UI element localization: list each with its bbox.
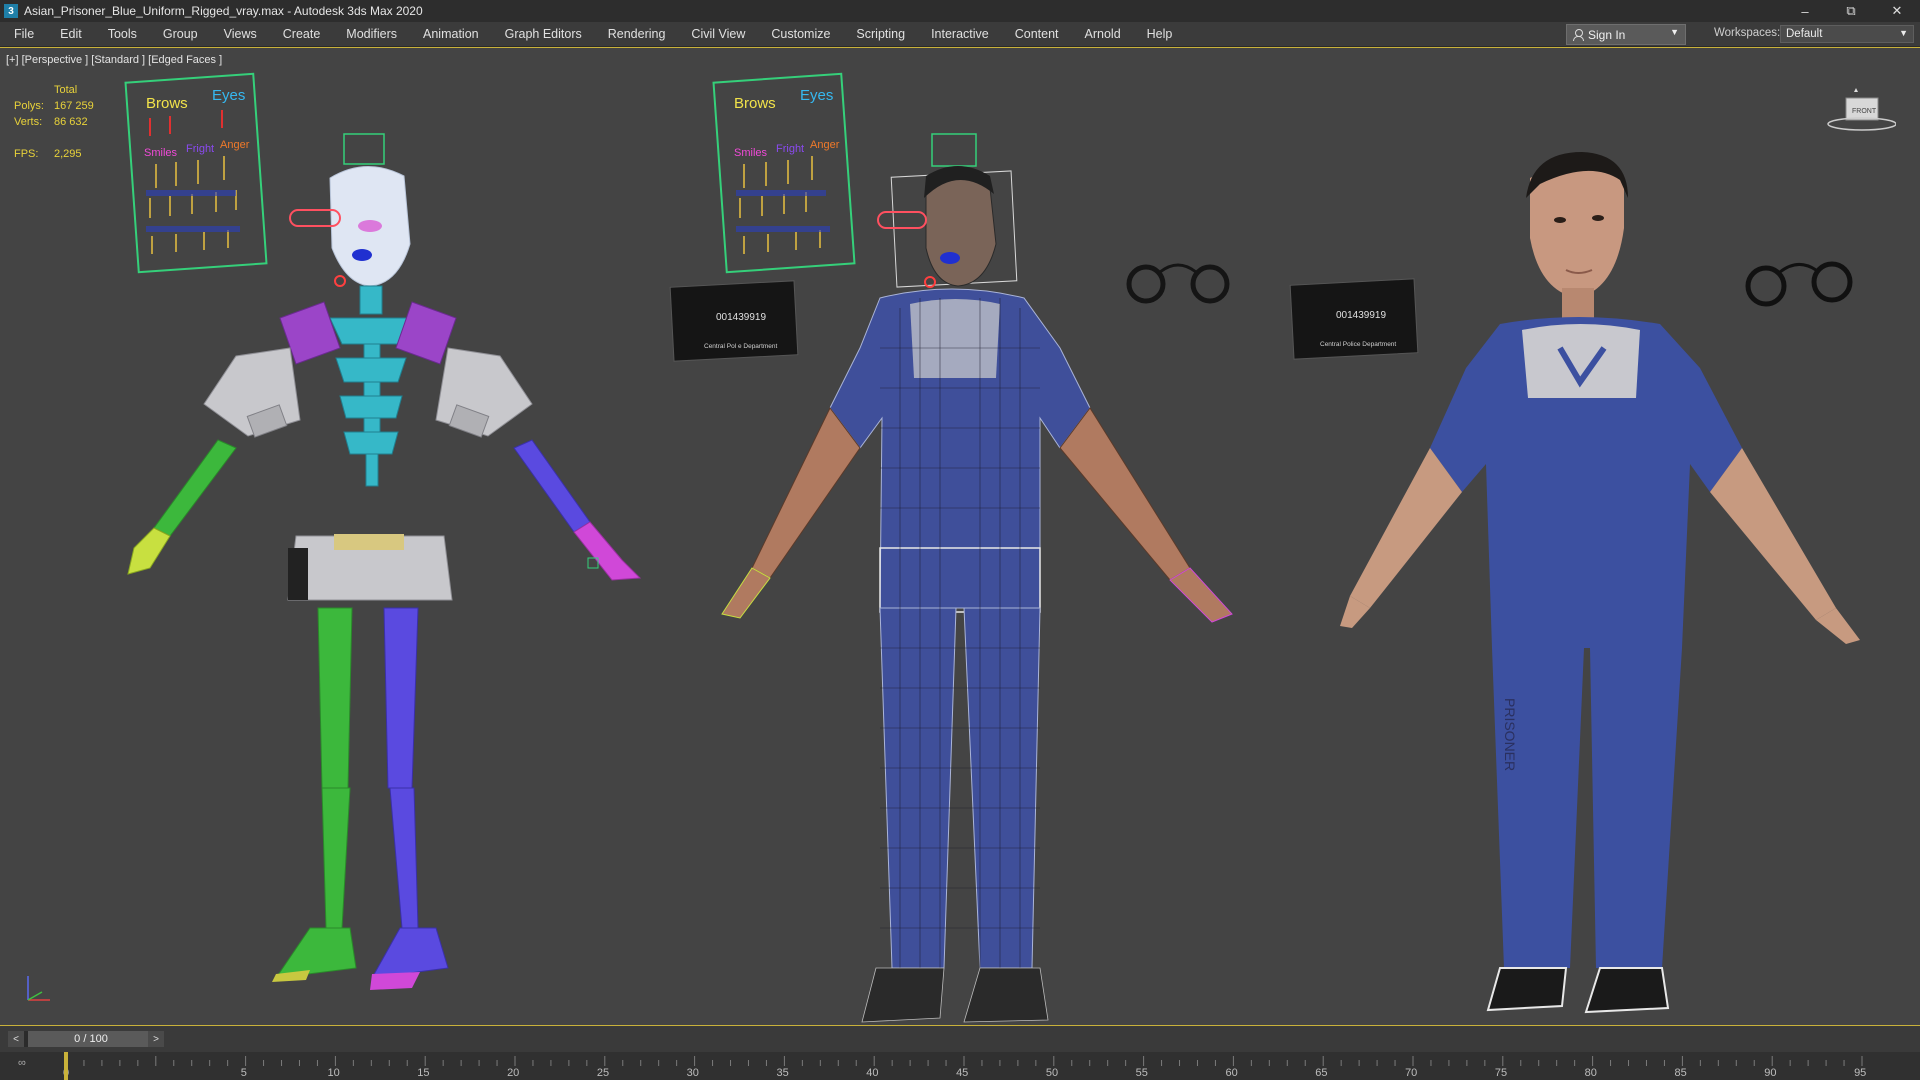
tick-label: 60: [1225, 1067, 1237, 1079]
time-slider[interactable]: < 0 / 100 >: [8, 1031, 164, 1047]
tick-label: 10: [327, 1067, 339, 1079]
track-bar-ticks: 0510152025303540455055606570758085909510…: [63, 1052, 1866, 1080]
window-controls: – ⧉ ✕: [1782, 0, 1920, 22]
menu-create[interactable]: Create: [269, 27, 333, 41]
menu-rendering[interactable]: Rendering: [594, 27, 678, 41]
menu-interactive[interactable]: Interactive: [917, 27, 1001, 41]
menu-edit[interactable]: Edit: [46, 27, 94, 41]
tick-label: 20: [507, 1067, 519, 1079]
tick-label: 5: [241, 1067, 247, 1079]
tick-label: 80: [1585, 1067, 1597, 1079]
menu-arnold[interactable]: Arnold: [1071, 27, 1133, 41]
workspaces-label: Workspaces:: [1714, 27, 1781, 39]
mugshot-number: 001439919: [1336, 310, 1386, 321]
menu-customize[interactable]: Customize: [757, 27, 842, 41]
tick-label: 85: [1674, 1067, 1686, 1079]
eyes-label: Eyes: [212, 87, 245, 104]
tick-label: 70: [1405, 1067, 1417, 1079]
time-slider-thumb[interactable]: 0 / 100: [28, 1031, 154, 1047]
current-frame-marker: [64, 1052, 68, 1080]
viewcube-face-label: FRONT: [1852, 108, 1877, 115]
fright-label: Fright: [776, 143, 804, 155]
tick-label: 50: [1046, 1067, 1058, 1079]
user-icon: [1572, 28, 1584, 41]
tick-label: 35: [776, 1067, 788, 1079]
window-title: Asian_Prisoner_Blue_Uniform_Rigged_vray.…: [24, 4, 423, 18]
tick-label: 45: [956, 1067, 968, 1079]
menu-scripting[interactable]: Scripting: [842, 27, 917, 41]
facial-control-panel-2[interactable]: Brows Eyes Smiles Fright Anger: [712, 72, 856, 274]
minimize-icon[interactable]: –: [1782, 0, 1828, 22]
fright-label: Fright: [186, 143, 214, 155]
tick-label: 25: [597, 1067, 609, 1079]
eyes-label: Eyes: [800, 87, 833, 104]
chevron-down-icon: ▼: [1899, 28, 1908, 38]
mugshot-number: 001439919: [716, 312, 766, 323]
prev-frame-button[interactable]: <: [8, 1031, 24, 1047]
mugshot-footer: Central Pol e Department: [704, 343, 778, 350]
handcuffs-wire[interactable]: [1126, 263, 1230, 304]
tick-label: 65: [1315, 1067, 1327, 1079]
menu-help[interactable]: Help: [1133, 27, 1185, 41]
mugshot-plate[interactable]: 001439919 Central Pol e Department: [669, 280, 799, 362]
track-bar[interactable]: ∞ 05101520253035404550556065707580859095…: [0, 1052, 1920, 1080]
handcuffs-render[interactable]: [1745, 261, 1853, 307]
title-bar: 3 Asian_Prisoner_Blue_Uniform_Rigged_vra…: [0, 0, 1920, 22]
menu-group[interactable]: Group: [149, 27, 210, 41]
timeline: < 0 / 100 > ∞ 05101520253035404550556065…: [0, 1026, 1920, 1080]
anger-label: Anger: [810, 139, 840, 151]
menu-modifiers[interactable]: Modifiers: [332, 27, 409, 41]
anger-label: Anger: [220, 139, 250, 151]
tick-label: 95: [1854, 1067, 1866, 1079]
menu-civil-view[interactable]: Civil View: [677, 27, 757, 41]
menu-bar: File Edit Tools Group Views Create Modif…: [0, 22, 1920, 47]
perspective-viewport[interactable]: [+] [Perspective ] [Standard ] [Edged Fa…: [0, 47, 1920, 1026]
menu-file[interactable]: File: [0, 27, 46, 41]
menu-tools[interactable]: Tools: [94, 27, 149, 41]
workspaces-value: Default: [1786, 28, 1823, 40]
viewcube[interactable]: FRONT: [1826, 88, 1896, 138]
workspaces-select[interactable]: Default ▼: [1780, 25, 1914, 43]
sign-in-button[interactable]: Sign In ▼: [1566, 24, 1686, 45]
tick-label: 15: [417, 1067, 429, 1079]
mugshot-footer: Central Police Department: [1320, 341, 1396, 348]
tick-label: 30: [687, 1067, 699, 1079]
brows-label: Brows: [734, 95, 776, 112]
menu-graph-editors[interactable]: Graph Editors: [491, 27, 594, 41]
close-icon[interactable]: ✕: [1874, 0, 1920, 22]
next-frame-button[interactable]: >: [148, 1031, 164, 1047]
app-icon: 3: [4, 4, 18, 18]
bone-rig[interactable]: Brows Eyes Smiles Fright Anger: [124, 72, 642, 990]
smiles-label: Smiles: [734, 147, 768, 159]
sign-in-label: Sign In: [1588, 27, 1626, 42]
tick-label: 75: [1495, 1067, 1507, 1079]
pants-print: PRISONER: [1502, 698, 1518, 771]
scene-canvas: Brows Eyes Smiles Fright Anger Brows Eye…: [124, 72, 1860, 1023]
home-icon: [1854, 88, 1858, 92]
wireframe-character[interactable]: Brows Eyes Smiles Fright Anger 001439919…: [669, 72, 1233, 1023]
smiles-label: Smiles: [144, 147, 178, 159]
menu-views[interactable]: Views: [210, 27, 269, 41]
rendered-character[interactable]: 001439919 Central Police Department PRIS…: [1289, 152, 1860, 1014]
chevron-down-icon: ▼: [1670, 27, 1679, 37]
axis-tripod: [27, 976, 50, 1001]
tick-label: 90: [1764, 1067, 1776, 1079]
menu-animation[interactable]: Animation: [409, 27, 491, 41]
mugshot-plate-2[interactable]: 001439919 Central Police Department: [1289, 278, 1419, 360]
brows-label: Brows: [146, 95, 188, 112]
facial-control-panel[interactable]: Brows Eyes Smiles Fright Anger: [124, 72, 268, 274]
menu-content[interactable]: Content: [1001, 27, 1071, 41]
restore-icon[interactable]: ⧉: [1828, 0, 1874, 22]
tick-label: 55: [1136, 1067, 1148, 1079]
tick-label: 40: [866, 1067, 878, 1079]
